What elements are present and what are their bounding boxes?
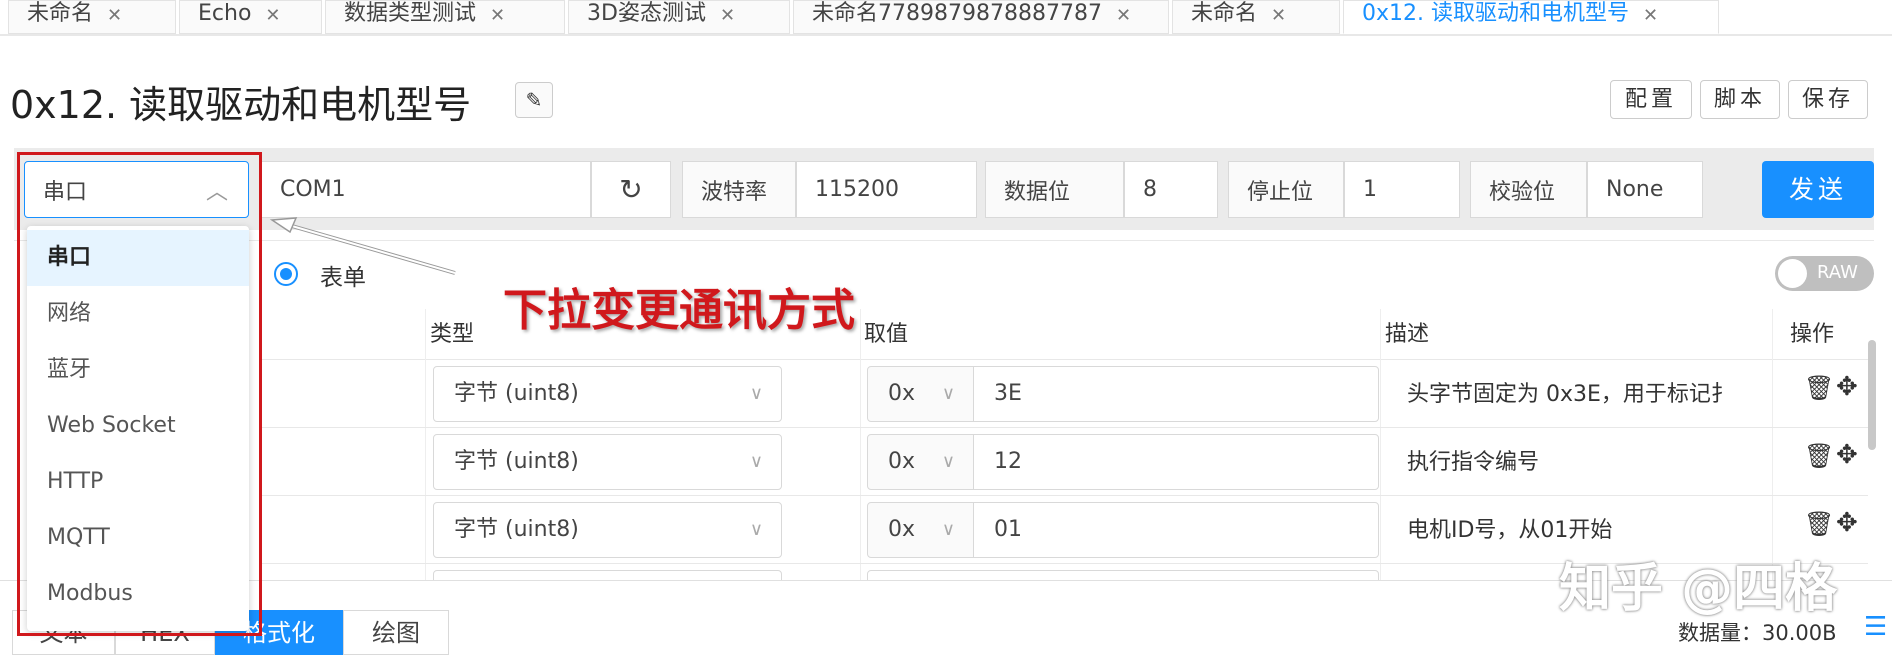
description: 电机ID号，从01开始 [1407,518,1613,543]
base-select[interactable]: 0x ∨ [867,366,974,422]
bottom-tab-plot[interactable]: 绘图 [343,610,449,655]
baud-label: 波特率 [682,161,796,218]
move-icon[interactable]: ✥ [1836,508,1858,538]
type-select[interactable]: 字节 (uint8) ∨ [433,366,782,422]
data-size: 数据量：30.00B [1678,621,1837,645]
parity-label: 校验位 [1470,161,1587,218]
refresh-icon[interactable]: ↻ [591,161,671,218]
annotation-highlight-box [17,152,262,636]
close-icon[interactable]: ✕ [265,7,280,25]
chevron-down-icon: ∨ [941,519,955,540]
close-icon[interactable]: ✕ [1271,7,1286,25]
tab[interactable]: 未命名 ✕ [8,0,176,34]
type-select[interactable]: 字节 (uint8) ∨ [433,502,782,558]
header-value: 取值 [864,309,909,360]
chevron-down-icon: ∨ [941,451,955,472]
close-icon[interactable]: ✕ [490,7,505,25]
tab[interactable]: 数据类型测试 ✕ [325,0,565,34]
send-button[interactable]: 发送 [1762,161,1874,218]
value-input[interactable]: 12 [973,434,1379,490]
edit-title-button[interactable]: ✎ [515,82,553,118]
table-row: 字节 (uint8) ∨ 0x ∨ 3E 头字节固定为 0x3E，用于标记扌 🗑 ✥ [262,360,1868,428]
type-select[interactable]: 字节 (uint8) ∨ [433,434,782,490]
chevron-down-icon: ∨ [749,519,763,540]
save-button[interactable]: 保存 [1788,80,1868,119]
header-desc: 描述 [1385,309,1430,360]
chevron-down-icon: ∨ [941,383,955,404]
databits-input[interactable]: 8 [1124,161,1218,218]
description: 执行指令编号 [1407,450,1540,475]
trash-icon[interactable]: 🗑 [1804,442,1834,470]
move-icon[interactable]: ✥ [1836,372,1858,402]
header-type: 类型 [430,309,475,360]
chevron-down-icon: ∨ [749,383,763,404]
stopbits-label: 停止位 [1228,161,1344,218]
close-icon[interactable]: ✕ [1643,7,1658,25]
tab[interactable]: 3D姿态测试 ✕ [568,0,790,34]
base-select[interactable]: 0x ∨ [867,434,974,490]
table-row: 字节 (uint8) ∨ 0x ∨ 12 执行指令编号 🗑 ✥ [262,428,1868,496]
raw-toggle[interactable]: RAW [1775,256,1874,291]
config-button[interactable]: 配置 [1610,80,1692,119]
move-icon[interactable]: ✥ [1836,440,1858,470]
chevron-down-icon: ∨ [749,451,763,472]
description: 头字节固定为 0x3E，用于标记扌 [1407,382,1733,407]
close-icon[interactable]: ✕ [720,7,735,25]
value-input[interactable]: 01 [973,502,1379,558]
tab-bar: 未命名 ✕ Echo ✕ 数据类型测试 ✕ 3D姿态测试 ✕ 未命名7789879878… [0,0,1892,36]
script-button[interactable]: 脚本 [1700,80,1780,119]
trash-icon[interactable]: 🗑 [1804,374,1834,402]
pencil-icon: ✎ [525,88,543,112]
menu-icon[interactable]: ☰ [1864,612,1887,642]
databits-label: 数据位 [985,161,1124,218]
tab[interactable]: 未命名 ✕ [1172,0,1340,34]
close-icon[interactable]: ✕ [1116,7,1131,25]
annotation-arrow [269,217,456,275]
annotation-text: 下拉变更通讯方式 [503,285,855,336]
base-select[interactable]: 0x ∨ [867,502,974,558]
stopbits-input[interactable]: 1 [1344,161,1460,218]
tab[interactable]: 未命名7789879878887787 ✕ [793,0,1169,34]
baud-input[interactable]: 115200 [796,161,977,218]
tab[interactable]: Echo ✕ [179,0,322,34]
header-ops: 操作 [1790,309,1835,360]
value-input[interactable]: 3E [973,366,1379,422]
trash-icon[interactable]: 🗑 [1804,510,1834,538]
parity-input[interactable]: None [1587,161,1703,218]
tab-active[interactable]: 0x12. 读取驱动和电机型号 ✕ [1343,0,1719,34]
page-title: 0x12. 读取驱动和电机型号 [10,83,472,127]
close-icon[interactable]: ✕ [107,7,122,25]
scrollbar[interactable] [1868,340,1876,450]
watermark: 知乎 @四格 [1559,559,1838,619]
